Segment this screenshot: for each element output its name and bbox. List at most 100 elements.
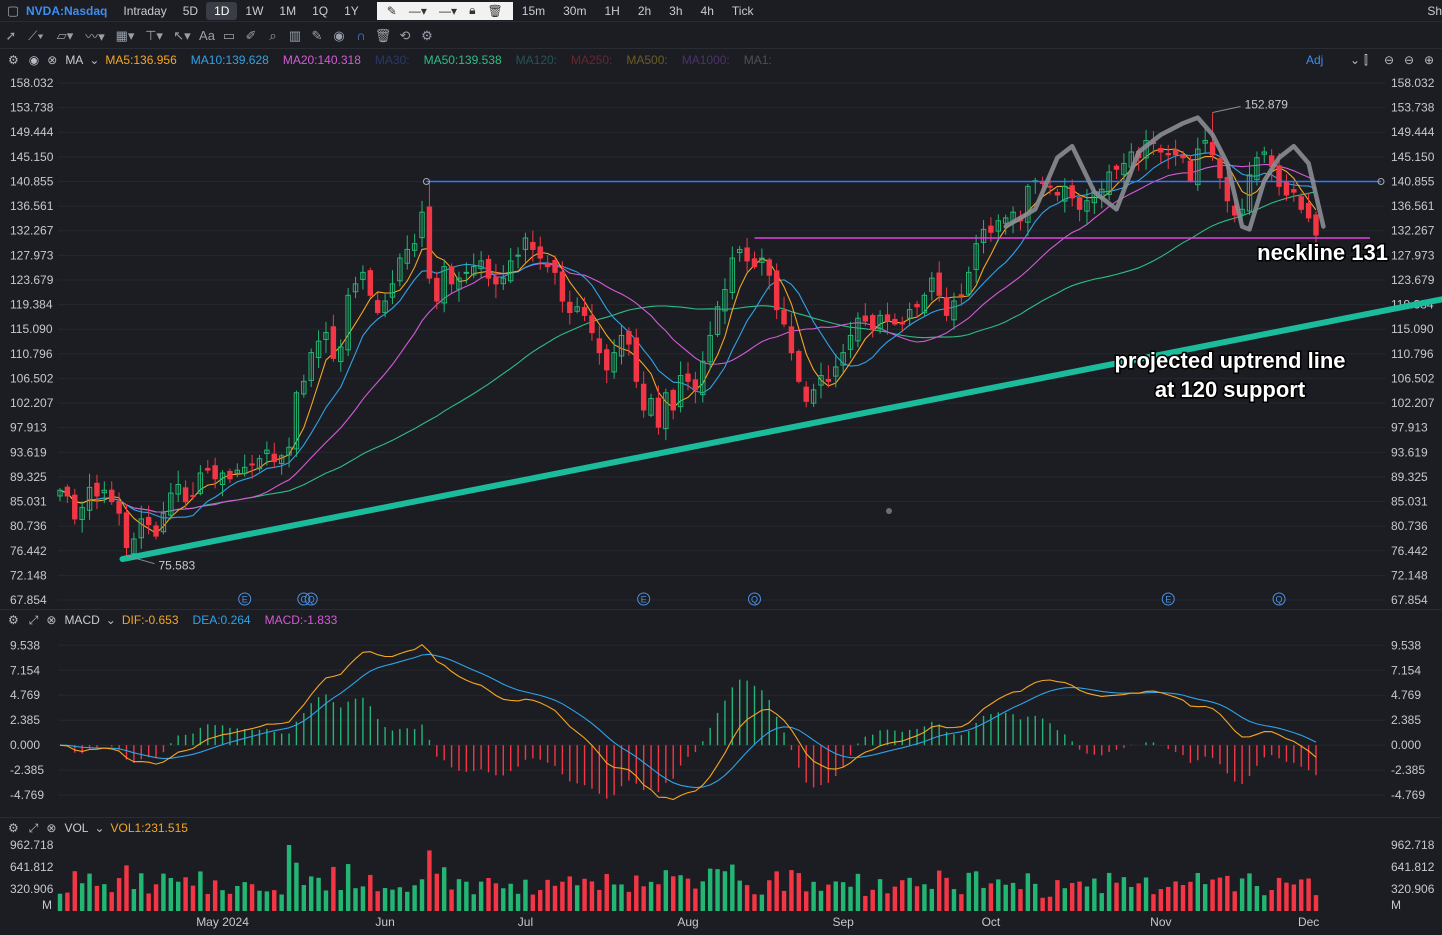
interval-1h[interactable]: 1H [595, 2, 628, 20]
volume-bar [863, 895, 868, 911]
ma-indicator-name[interactable]: MA [65, 53, 83, 67]
settings-icon[interactable]: ⚙ [416, 28, 438, 44]
line-style-dropdown[interactable]: —▾ [409, 4, 427, 18]
timeframe-intraday[interactable]: Intraday [115, 2, 174, 20]
timeframe-1d[interactable]: 1D [206, 1, 238, 20]
note-tool-icon[interactable]: ▭ [218, 28, 240, 44]
close-icon[interactable]: ⊗ [46, 821, 56, 835]
eye-icon[interactable]: ◉ [328, 28, 350, 44]
candle-body [175, 484, 181, 495]
volume-bar [1151, 894, 1156, 911]
candle-body [685, 373, 691, 382]
channel-tool-icon[interactable]: ▱▾ [50, 28, 80, 44]
timeframe-1q[interactable]: 1Q [304, 2, 336, 20]
vol-tick-right: 320.906 [1391, 882, 1435, 896]
y-tick-label-left: 102.207 [10, 396, 54, 410]
cursor-icon[interactable]: ➚ [0, 28, 22, 44]
brush-tool-icon[interactable]: ✐ [240, 28, 262, 44]
interval-30m[interactable]: 30m [554, 2, 595, 20]
volume-bar [671, 876, 676, 911]
pen-icon[interactable]: ✎ [387, 4, 397, 18]
text-tool-icon[interactable]: Aa [196, 28, 218, 43]
timeframe-1y[interactable]: 1Y [336, 2, 367, 20]
candle-body [869, 315, 876, 331]
candle-body [825, 378, 832, 382]
marker-tool-icon[interactable]: ✎ [306, 28, 328, 44]
volume-pane: 962.718 962.718 641.812 641.812 320.906 320.9… [10, 838, 1435, 929]
volume-bar [205, 893, 210, 911]
chevron-down-icon[interactable]: ⌄ [106, 613, 116, 627]
close-icon[interactable]: ⊗ [46, 613, 56, 627]
volume-bar [1047, 896, 1053, 911]
chevron-down-icon[interactable]: ⌄ [89, 53, 99, 67]
gear-icon[interactable]: ⚙ [8, 821, 19, 835]
volume-bar [1276, 877, 1282, 911]
sync-icon[interactable]: ⟲ [394, 28, 416, 44]
magnet-icon[interactable]: ∩ [350, 28, 372, 43]
wave-tool-icon[interactable]: 〰▾ [80, 26, 110, 45]
candle-body [234, 469, 241, 474]
lock-icon[interactable]: 🔒︎ [469, 3, 475, 18]
volume-bar [1033, 883, 1038, 911]
macd-indicator-name[interactable]: MACD [64, 613, 99, 627]
volume-bar [1239, 878, 1245, 911]
symbol-label[interactable]: NVDA:Nasdaq [26, 4, 107, 18]
candle-body [1261, 151, 1267, 155]
delete-drawings-icon[interactable]: 🗑︎ [372, 28, 394, 44]
chevron-down-icon[interactable]: ⌄ [1350, 53, 1360, 67]
interval-15m[interactable]: 15m [513, 2, 554, 20]
candle-body [286, 446, 292, 456]
candle-body [700, 360, 706, 396]
zoom-tool-icon[interactable]: ⌕ [262, 28, 284, 44]
line-width-dropdown[interactable]: —▾ [439, 4, 457, 18]
candle-body [256, 458, 263, 470]
candle-body [1091, 191, 1098, 204]
layout-icon[interactable]: ▢ [2, 3, 24, 19]
volume-bar [116, 878, 122, 911]
expand-icon[interactable]: ⤢ [29, 613, 39, 628]
timeframe-1m[interactable]: 1M [271, 2, 304, 20]
event-marker-icon [238, 592, 252, 606]
collapse-icon[interactable]: ⊖ [1404, 53, 1414, 67]
gear-icon[interactable]: ⚙ [8, 53, 19, 67]
y-tick-label-left: 97.913 [10, 421, 47, 435]
interval-tick[interactable]: Tick [723, 2, 763, 20]
volume-bar [94, 885, 100, 911]
trendline-tool-icon[interactable]: ⟋▾ [22, 28, 50, 44]
timeframe-1w[interactable]: 1W [237, 2, 271, 20]
ma30-value: MA30: [374, 53, 410, 67]
y-tick-label-left: 67.854 [10, 593, 47, 607]
x-axis-label: Jul [518, 915, 533, 929]
interval-2h[interactable]: 2h [629, 2, 660, 20]
add-icon[interactable]: ⊕ [1424, 53, 1434, 67]
share-label[interactable]: Sh [1427, 4, 1442, 18]
y-tick-label-right: 93.619 [1391, 445, 1428, 459]
expand-icon[interactable]: ⤢ [29, 821, 39, 836]
candle-body [86, 486, 93, 511]
timeframe-5d[interactable]: 5D [175, 2, 206, 20]
arrow-tool-icon[interactable]: ↖▾ [168, 28, 196, 44]
chevron-down-icon[interactable]: ⌄ [94, 821, 104, 835]
candle-body [574, 306, 580, 312]
volume-bar [249, 884, 255, 911]
close-icon[interactable]: ⊗ [47, 53, 57, 67]
volume-bar [693, 888, 698, 911]
interval-3h[interactable]: 3h [660, 2, 691, 20]
adj-toggle[interactable]: Adj [1306, 53, 1323, 67]
y-tick-label-right: 72.148 [1391, 568, 1428, 582]
visibility-icon[interactable]: ◉ [29, 53, 39, 67]
vol-indicator-name[interactable]: VOL [64, 821, 88, 835]
pattern-tool-icon[interactable]: ▥ [284, 28, 306, 44]
y-tick-label-right: 110.796 [1391, 347, 1434, 361]
trash-icon[interactable]: 🗑︎ [488, 4, 503, 18]
candle-body [1106, 171, 1112, 195]
interval-4h[interactable]: 4h [692, 2, 723, 20]
minimize-icon[interactable]: ⊖ [1384, 53, 1394, 67]
candle-body [352, 283, 359, 293]
candle-body [1232, 205, 1238, 216]
chart-type-icon[interactable]: ⫿ [1364, 53, 1368, 68]
gear-icon[interactable]: ⚙ [8, 613, 19, 627]
measure-tool-icon[interactable]: ⊤▾ [140, 28, 168, 44]
fib-tool-icon[interactable]: ▦▾ [110, 28, 140, 44]
uptrend-text: projected uptrend line [1114, 348, 1345, 373]
